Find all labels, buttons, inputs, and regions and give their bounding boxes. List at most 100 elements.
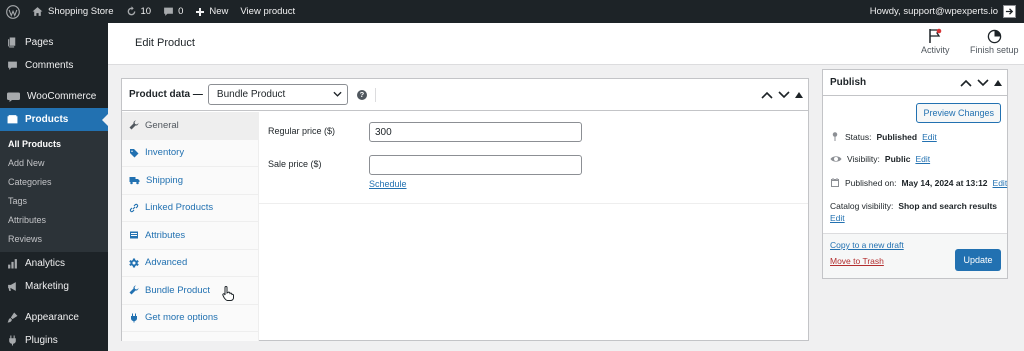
catalog-visibility-value: Shop and search results	[898, 201, 998, 211]
hand-pointer-cursor-icon	[222, 285, 234, 301]
visibility-value: Public	[884, 154, 911, 164]
submenu-add-new[interactable]: Add New	[0, 153, 108, 172]
regular-price-input[interactable]: 300	[369, 122, 582, 142]
product-data-title: Product data —	[129, 89, 203, 100]
published-on-row: Published on: May 14, 2024 at 13:12 Edit	[830, 177, 1007, 188]
move-down-icon[interactable]	[778, 90, 790, 99]
submenu-attributes[interactable]: Attributes	[0, 210, 108, 229]
tab-label: Inventory	[145, 147, 185, 159]
preview-changes-button[interactable]: Preview Changes	[916, 103, 1001, 123]
sidebar-item-woocommerce[interactable]: WooCommerce	[0, 85, 108, 108]
tab-label: Advanced	[145, 257, 188, 269]
submenu-tags[interactable]: Tags	[0, 191, 108, 210]
update-button[interactable]: Update	[955, 249, 1001, 271]
submenu-categories[interactable]: Categories	[0, 172, 108, 191]
sidebar-item-label: Pages	[25, 37, 54, 48]
tab-attributes[interactable]: Attributes	[122, 222, 258, 250]
list-icon	[130, 231, 138, 239]
visibility-label: Visibility:	[847, 154, 880, 164]
published-on-edit-link[interactable]: Edit	[993, 178, 1008, 188]
sidebar-item-pages[interactable]: Pages	[0, 31, 108, 54]
help-icon[interactable]: ?	[356, 89, 367, 100]
new-label: New	[209, 6, 229, 17]
updates-count: 10	[140, 6, 152, 17]
regular-price-label: Regular price ($)	[268, 126, 336, 136]
tab-general[interactable]: General	[122, 112, 258, 140]
appearance-icon	[7, 312, 18, 323]
woocommerce-icon	[7, 92, 20, 102]
publish-actions: Copy to a new draft Move to Trash Update	[823, 233, 1007, 278]
schedule-link[interactable]: Schedule	[369, 179, 407, 189]
chevron-down-icon	[333, 91, 342, 97]
truck-icon	[129, 177, 140, 185]
eye-icon	[830, 156, 842, 162]
wordpress-logo-icon[interactable]	[0, 0, 26, 23]
tab-label: Linked Products	[145, 202, 214, 214]
status-edit-link[interactable]: Edit	[922, 132, 937, 142]
sidebar-item-plugins[interactable]: Plugins	[0, 329, 108, 351]
product-data-panel: Product data — Bundle Product ? General …	[121, 78, 809, 341]
sidebar-item-label: WooCommerce	[27, 91, 97, 102]
submenu-all-products[interactable]: All Products	[0, 134, 108, 153]
general-options-panel: Regular price ($) 300 Sale price ($) Sch…	[259, 112, 808, 204]
new-content-link[interactable]: New	[189, 0, 234, 23]
move-to-trash-link[interactable]: Move to Trash	[830, 256, 884, 266]
products-submenu: All Products Add New Categories Tags Att…	[0, 131, 108, 252]
sidebar-item-analytics[interactable]: Analytics	[0, 252, 108, 275]
copy-to-draft-link[interactable]: Copy to a new draft	[830, 240, 904, 250]
admin-bar: Shopping Store 10 0 New View product How…	[0, 0, 1024, 23]
site-name-link[interactable]: Shopping Store	[26, 0, 120, 23]
visibility-edit-link[interactable]: Edit	[915, 154, 930, 164]
my-account[interactable]: Howdy, support@wpexperts.io	[870, 5, 1024, 18]
finish-setup-button[interactable]: Finish setup	[970, 27, 1019, 55]
products-icon	[7, 115, 18, 124]
collapse-icon[interactable]	[994, 79, 1002, 86]
comments-count: 0	[178, 6, 184, 17]
view-product-label: View product	[240, 6, 296, 17]
tab-advanced[interactable]: Advanced	[122, 250, 258, 277]
woocommerce-header: Edit Product Activity Finish setup	[108, 23, 1024, 65]
sidebar-item-label: Analytics	[25, 258, 66, 269]
view-product-link[interactable]: View product	[234, 0, 301, 23]
sidebar-item-marketing[interactable]: Marketing	[0, 275, 108, 298]
tab-inventory[interactable]: Inventory	[122, 140, 258, 167]
tab-label: Shipping	[146, 174, 183, 186]
product-type-select[interactable]: Bundle Product	[207, 84, 348, 105]
updates-icon	[127, 6, 135, 16]
tab-shipping[interactable]: Shipping	[122, 167, 258, 195]
sale-price-label: Sale price ($)	[268, 159, 322, 169]
tab-get-more-options[interactable]: Get more options	[122, 305, 258, 332]
submenu-reviews[interactable]: Reviews	[0, 229, 108, 248]
finish-setup-label: Finish setup	[970, 45, 1019, 55]
sidebar-item-products[interactable]: Products	[0, 108, 108, 131]
catalog-visibility-label: Catalog visibility:	[830, 201, 894, 211]
tab-label: Bundle Product	[145, 284, 210, 296]
status-label: Status:	[845, 131, 872, 142]
move-down-icon[interactable]	[977, 78, 989, 87]
activity-flag-icon	[929, 28, 942, 43]
tab-linked-products[interactable]: Linked Products	[122, 195, 258, 222]
sidebar-item-comments[interactable]: Comments	[0, 54, 108, 77]
tab-label: General	[145, 119, 179, 131]
progress-circle-icon	[987, 29, 1002, 43]
sidebar-item-appearance[interactable]: Appearance	[0, 306, 108, 329]
tag-icon	[130, 148, 139, 158]
comments-link[interactable]: 0	[157, 0, 189, 23]
product-data-tabs: General Inventory Shipping Linked Produc…	[122, 112, 259, 341]
move-up-icon[interactable]	[761, 91, 773, 99]
tab-bundle-product[interactable]: Bundle Product	[122, 277, 258, 305]
sale-price-input[interactable]	[369, 155, 582, 175]
move-up-icon[interactable]	[960, 79, 972, 87]
analytics-icon	[8, 259, 17, 269]
updates-link[interactable]: 10	[120, 0, 158, 23]
activity-button[interactable]: Activity	[921, 27, 950, 55]
catalog-visibility-edit-link[interactable]: Edit	[830, 213, 845, 223]
plugin-icon	[131, 313, 137, 323]
link-icon	[129, 203, 139, 212]
gear-icon	[129, 258, 139, 268]
page-title: Edit Product	[135, 37, 195, 49]
published-on-value: May 14, 2024 at 13:12	[901, 177, 988, 188]
marketing-icon	[8, 282, 16, 291]
admin-sidebar: Pages Comments WooCommerce Products All …	[0, 23, 108, 351]
collapse-icon[interactable]	[795, 91, 803, 98]
